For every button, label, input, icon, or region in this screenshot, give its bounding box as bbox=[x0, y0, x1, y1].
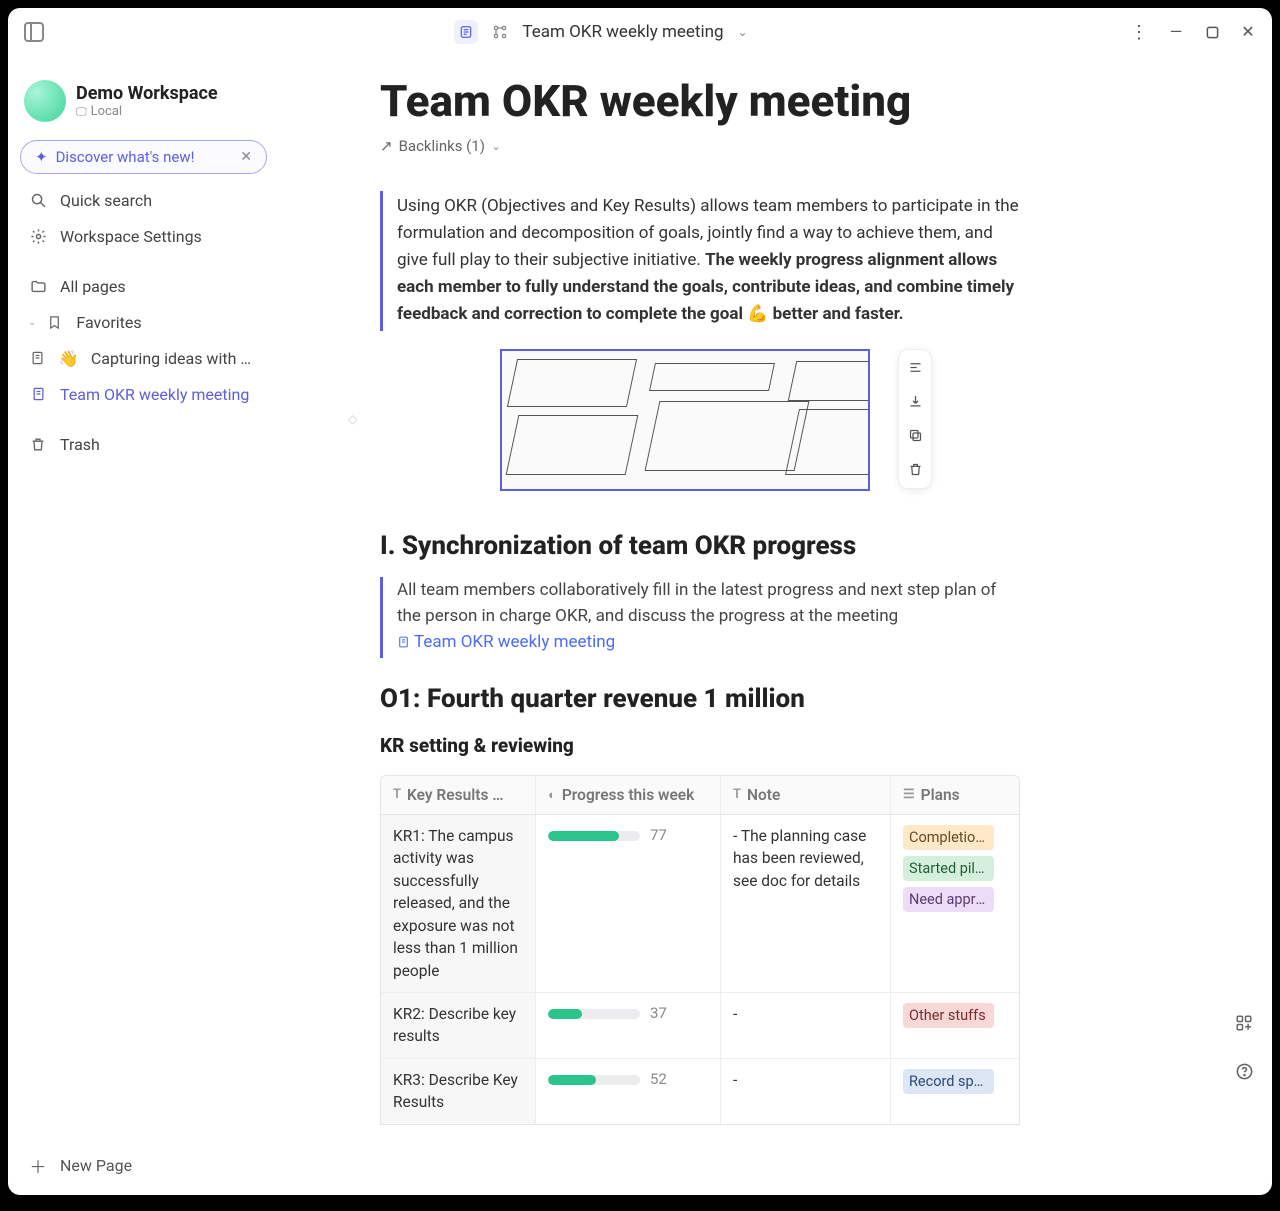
new-page-button[interactable]: ＋ New Page bbox=[16, 1143, 271, 1187]
close-icon[interactable]: ✕ bbox=[240, 149, 252, 165]
download-icon[interactable] bbox=[903, 390, 927, 414]
chevron-down-icon[interactable]: ⌄ bbox=[28, 317, 36, 328]
cell-key-result[interactable]: KR3: Describe Key Results bbox=[381, 1059, 536, 1124]
favorites[interactable]: ⌄ Favorites bbox=[16, 304, 271, 340]
intro-quote[interactable]: Using OKR (Objectives and Key Results) a… bbox=[380, 191, 1020, 331]
chevron-down-icon[interactable]: ⌄ bbox=[738, 25, 748, 39]
table-row[interactable]: KR3: Describe Key Results52-Record speci… bbox=[381, 1059, 1019, 1124]
monitor-icon: 🖵 bbox=[76, 105, 87, 119]
inline-page-link[interactable]: Team OKR weekly meeting bbox=[397, 629, 615, 655]
th-progress[interactable]: ◐Progress this week bbox=[536, 776, 721, 814]
plan-tag[interactable]: Started piloting bbox=[903, 856, 994, 881]
section-1-quote[interactable]: All team members collaboratively fill in… bbox=[380, 577, 1020, 658]
backlinks[interactable]: ↗ Backlinks (1) ⌄ bbox=[380, 137, 1020, 155]
table-header-row: TKey Results … ◐Progress this week TNote… bbox=[381, 776, 1019, 815]
discover-banner[interactable]: ✦ Discover what's new! ✕ bbox=[20, 140, 267, 174]
cell-note[interactable]: - bbox=[721, 993, 891, 1058]
workspace-location: 🖵 Local bbox=[76, 104, 218, 119]
workspace-avatar bbox=[24, 80, 66, 122]
cell-plans[interactable]: Other stuffs bbox=[891, 993, 1006, 1058]
th-note[interactable]: TNote bbox=[721, 776, 891, 814]
help-icon[interactable] bbox=[1232, 1059, 1256, 1083]
plan-tag[interactable]: Record specific i bbox=[903, 1069, 994, 1094]
cell-plans[interactable]: Record specific i bbox=[891, 1059, 1006, 1124]
cell-progress[interactable]: 77 bbox=[536, 815, 721, 992]
all-pages[interactable]: All pages bbox=[16, 268, 271, 304]
sidebar-page-team-okr[interactable]: Team OKR weekly meeting bbox=[16, 376, 271, 412]
cell-note[interactable]: - The planning case has been reviewed, s… bbox=[721, 815, 891, 992]
delete-icon[interactable] bbox=[903, 458, 927, 482]
kr-table: TKey Results … ◐Progress this week TNote… bbox=[380, 775, 1020, 1125]
text-icon: T bbox=[393, 787, 401, 802]
more-menu-icon[interactable]: ⋮ bbox=[1130, 22, 1148, 43]
cell-plans[interactable]: Completion of b Started piloting Need appr… bbox=[891, 815, 1006, 992]
widgets-icon[interactable] bbox=[1232, 1011, 1256, 1035]
doc-icon bbox=[28, 384, 48, 404]
plan-tag[interactable]: Completion of b bbox=[903, 825, 994, 850]
wave-emoji: 👋 bbox=[59, 349, 79, 368]
search-icon bbox=[28, 190, 48, 210]
maximize-button[interactable] bbox=[1204, 24, 1220, 40]
progress-icon: ◐ bbox=[548, 787, 556, 803]
sidebar-page-capturing[interactable]: 👋 Capturing ideas with AF… bbox=[16, 340, 271, 376]
list-icon: ☰ bbox=[903, 787, 915, 802]
plus-icon: ＋ bbox=[28, 1155, 48, 1175]
minimize-button[interactable]: — bbox=[1168, 24, 1184, 40]
table-row[interactable]: KR2: Describe key results37-Other stuffs bbox=[381, 993, 1019, 1059]
section-heading-1[interactable]: I. Synchronization of team OKR progress bbox=[380, 531, 1020, 561]
plan-tag[interactable]: Need approval o bbox=[903, 887, 994, 912]
trash-icon bbox=[28, 434, 48, 454]
caption-icon[interactable] bbox=[903, 356, 927, 380]
workspace-switcher[interactable]: Demo Workspace 🖵 Local bbox=[16, 80, 271, 136]
doc-mode-icon[interactable] bbox=[454, 20, 478, 44]
objective-heading[interactable]: O1: Fourth quarter revenue 1 million bbox=[380, 684, 1020, 714]
kr-subheading[interactable]: KR setting & reviewing bbox=[380, 734, 1020, 757]
table-row[interactable]: KR1: The campus activity was successfull… bbox=[381, 815, 1019, 993]
sidebar: Demo Workspace 🖵 Local ✦ Discover what's… bbox=[8, 56, 280, 1195]
folder-icon bbox=[28, 276, 48, 296]
gear-icon bbox=[28, 226, 48, 246]
arrow-icon: ↗ bbox=[380, 137, 393, 155]
cell-progress[interactable]: 37 bbox=[536, 993, 721, 1058]
cell-note[interactable]: - bbox=[721, 1059, 891, 1124]
workspace-settings[interactable]: Workspace Settings bbox=[16, 218, 271, 254]
copy-icon[interactable] bbox=[903, 424, 927, 448]
block-handle-icon[interactable]: ◇ bbox=[348, 412, 357, 426]
sparkle-icon: ✦ bbox=[35, 148, 48, 166]
tab-title[interactable]: Team OKR weekly meeting bbox=[522, 22, 723, 42]
structure-icon[interactable] bbox=[490, 22, 510, 42]
page-title[interactable]: Team OKR weekly meeting bbox=[380, 76, 1020, 127]
text-icon: T bbox=[733, 787, 741, 802]
main-content: ◇ Team OKR weekly meeting ↗ Backlinks (1… bbox=[280, 56, 1272, 1195]
th-key-results[interactable]: TKey Results … bbox=[381, 776, 536, 814]
cell-key-result[interactable]: KR2: Describe key results bbox=[381, 993, 536, 1058]
trash[interactable]: Trash bbox=[16, 426, 271, 462]
close-button[interactable]: ✕ bbox=[1240, 24, 1256, 40]
doc-icon bbox=[28, 348, 47, 368]
workspace-name: Demo Workspace bbox=[76, 83, 218, 104]
chevron-down-icon: ⌄ bbox=[491, 139, 501, 153]
image-block[interactable] bbox=[500, 349, 900, 491]
cell-key-result[interactable]: KR1: The campus activity was successfull… bbox=[381, 815, 536, 992]
panel-toggle-icon[interactable] bbox=[24, 22, 44, 42]
th-plans[interactable]: ☰Plans bbox=[891, 776, 1006, 814]
image-toolbar bbox=[898, 349, 932, 489]
image-placeholder bbox=[500, 349, 870, 491]
bookmark-icon bbox=[44, 312, 64, 332]
quick-search[interactable]: Quick search bbox=[16, 182, 271, 218]
plan-tag[interactable]: Other stuffs bbox=[903, 1003, 994, 1028]
discover-label: Discover what's new! bbox=[56, 148, 195, 166]
cell-progress[interactable]: 52 bbox=[536, 1059, 721, 1124]
